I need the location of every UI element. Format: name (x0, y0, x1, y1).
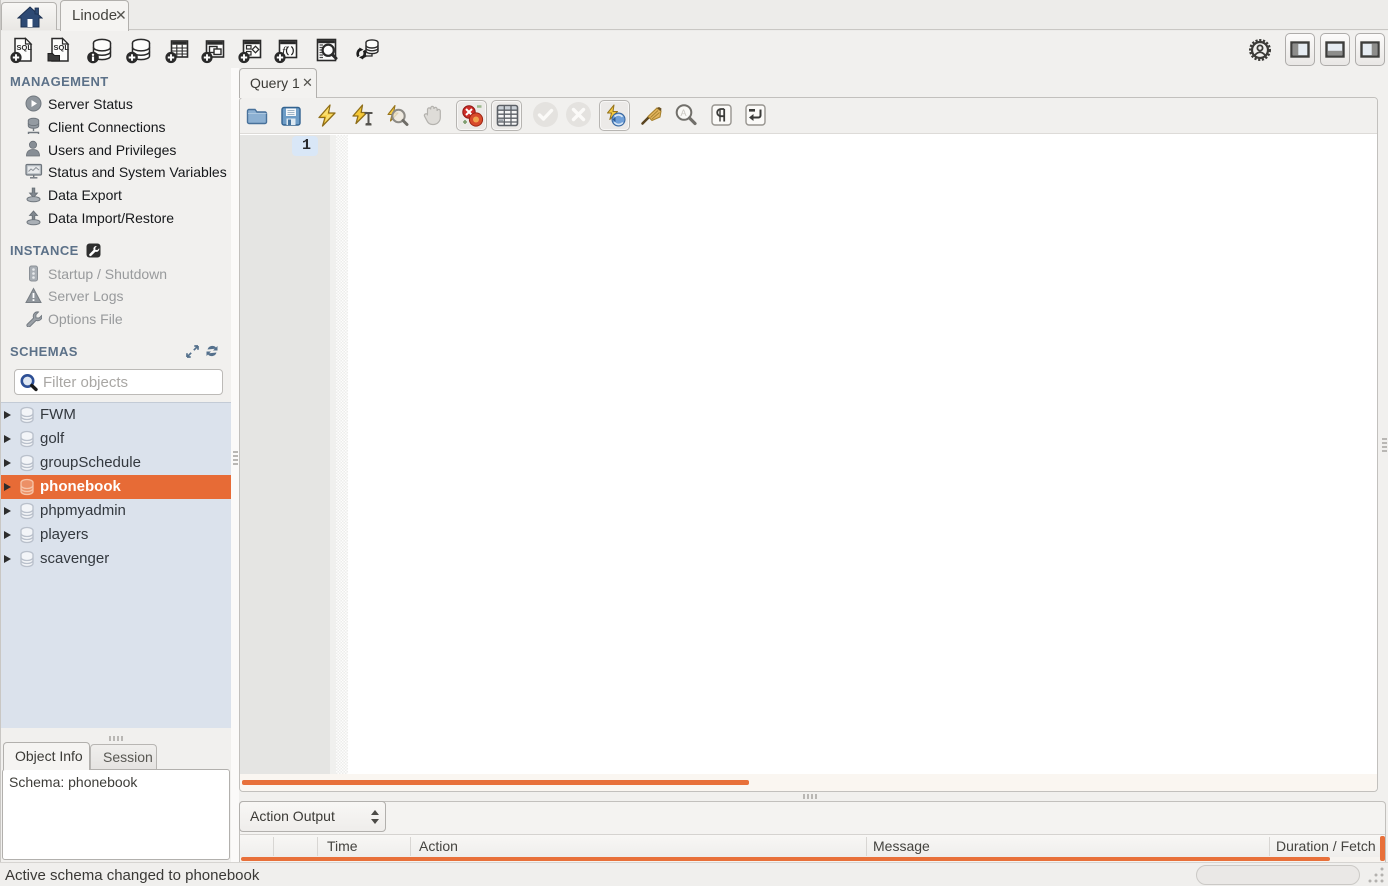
svg-text:SQL: SQL (54, 43, 70, 52)
svg-text:A: A (681, 108, 687, 118)
svg-text:SQL: SQL (17, 43, 33, 52)
